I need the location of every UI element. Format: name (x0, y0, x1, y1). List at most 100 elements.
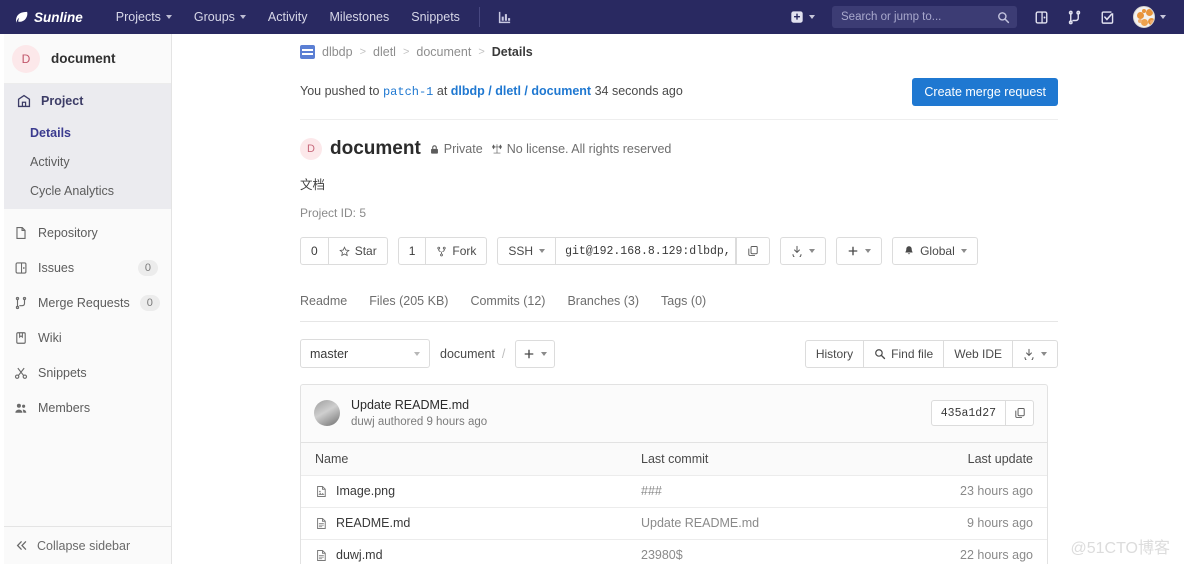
nav-activity[interactable]: Activity (257, 4, 319, 30)
commit-title[interactable]: Update README.md (351, 396, 920, 414)
user-menu-button[interactable] (1125, 1, 1174, 33)
collapse-sidebar-button[interactable]: Collapse sidebar (0, 526, 171, 564)
search-input-wrapper[interactable] (832, 6, 1017, 28)
sidebar-item-snippets[interactable]: Snippets (0, 355, 171, 390)
download-icon (1023, 348, 1035, 360)
sidebar-item-cycle-analytics[interactable]: Cycle Analytics (3, 176, 171, 205)
issues-icon (13, 260, 28, 275)
nav-milestones[interactable]: Milestones (319, 4, 401, 30)
table-row[interactable]: duwj.md 23980$ 22 hours ago (301, 540, 1047, 564)
commit-sha[interactable]: 435a1d27 (930, 400, 1006, 427)
table-row[interactable]: Image.png ### 23 hours ago (301, 476, 1047, 508)
issues-icon[interactable] (1026, 5, 1057, 30)
notification-label: Global (920, 244, 955, 258)
sidebar-item-wiki[interactable]: Wiki (0, 320, 171, 355)
sidebar-item-repository[interactable]: Repository (0, 215, 171, 250)
text-file-icon (315, 517, 328, 530)
web-ide-button[interactable]: Web IDE (943, 339, 1013, 368)
tab-readme[interactable]: Readme (300, 294, 347, 317)
fork-button[interactable]: Fork (425, 237, 488, 265)
sidebar-item-merge-requests[interactable]: Merge Requests 0 (0, 285, 171, 320)
copy-clone-url-button[interactable] (736, 237, 771, 265)
branch-selector[interactable]: master (300, 339, 430, 368)
find-file-button[interactable]: Find file (863, 339, 945, 368)
chevron-down-icon (960, 249, 967, 253)
file-actions-group: History Find file Web IDE (804, 339, 1058, 368)
star-button[interactable]: Star (327, 237, 388, 265)
file-name[interactable]: README.md (336, 516, 410, 530)
tab-branches[interactable]: Branches (3) (567, 294, 639, 317)
nav-projects[interactable]: Projects (105, 4, 183, 30)
commit-info: Update README.md duwj authored 9 hours a… (351, 396, 920, 431)
create-merge-request-button[interactable]: Create merge request (912, 77, 1058, 106)
tab-files[interactable]: Files (205 KB) (369, 294, 448, 317)
fork-count: 1 (397, 237, 427, 265)
breadcrumb-item-group[interactable]: dlbdp (322, 45, 353, 59)
merge-requests-icon[interactable] (1059, 5, 1090, 30)
push-branch-link[interactable]: patch-1 (383, 85, 433, 99)
issues-count-badge: 0 (137, 259, 158, 276)
file-browser-toolbar: master document / History Find file Web … (300, 322, 1058, 368)
breadcrumb-item-subgroup[interactable]: dletl (373, 45, 396, 59)
history-button[interactable]: History (804, 339, 865, 368)
notification-setting-button[interactable]: Global (892, 237, 978, 265)
chevron-down-icon (809, 249, 816, 253)
push-repo-link[interactable]: dlbdp / dletl / document (451, 84, 591, 98)
find-file-label: Find file (891, 346, 934, 361)
push-time: 34 seconds ago (594, 84, 683, 98)
clone-protocol-dropdown[interactable]: SSH (497, 237, 557, 265)
file-name[interactable]: duwj.md (336, 548, 383, 562)
tab-tags[interactable]: Tags (0) (661, 294, 706, 317)
breadcrumb-separator: > (402, 46, 410, 58)
breadcrumb-separator: > (359, 46, 367, 58)
bell-icon (903, 245, 915, 257)
download-archive-button[interactable] (1012, 339, 1058, 368)
commit-sha-group: 435a1d27 (930, 400, 1034, 427)
path-separator: / (501, 346, 506, 361)
add-button[interactable] (836, 237, 883, 265)
nav-snippets[interactable]: Snippets (400, 4, 471, 30)
file-name[interactable]: Image.png (336, 484, 395, 498)
sidebar-item-project[interactable]: Project (3, 84, 171, 118)
content-inner: You pushed to patch-1 at dlbdp / dletl /… (172, 64, 1184, 564)
file-last-commit[interactable]: 23980$ (641, 548, 913, 562)
sidebar-items: Repository Issues 0 Merge Requests 0 Wik… (0, 209, 171, 425)
sidebar-item-members[interactable]: Members (0, 390, 171, 425)
chevron-down-icon (539, 249, 546, 253)
nav-groups[interactable]: Groups (183, 4, 257, 30)
search-icon (874, 348, 886, 360)
file-last-commit[interactable]: ### (641, 484, 913, 498)
file-toolbar-right: History Find file Web IDE (804, 339, 1058, 368)
sidebar-left-edge (0, 34, 4, 564)
search-input[interactable] (839, 10, 997, 24)
repository-tabs: Readme Files (205 KB) Commits (12) Branc… (300, 289, 1058, 322)
file-last-update: 9 hours ago (966, 516, 1033, 531)
breadcrumb-current[interactable]: Details (492, 45, 533, 59)
push-prefix: You pushed to (300, 84, 380, 98)
table-row[interactable]: README.md Update README.md 9 hours ago (301, 508, 1047, 540)
add-to-tree-button[interactable] (515, 339, 556, 368)
copy-icon (1014, 407, 1026, 419)
project-avatar: D (12, 44, 40, 73)
path-root[interactable]: document (440, 347, 495, 361)
file-last-commit[interactable]: Update README.md (641, 516, 913, 530)
chart-icon[interactable] (488, 5, 521, 30)
download-source-button[interactable] (780, 237, 827, 265)
copy-sha-button[interactable] (1006, 400, 1034, 427)
sidebar-project-header[interactable]: D document (0, 34, 171, 84)
sidebar-item-issues[interactable]: Issues 0 (0, 250, 171, 285)
brand-logo[interactable]: Sunline (14, 10, 83, 25)
sidebar-item-activity[interactable]: Activity (3, 147, 171, 176)
sidebar-item-details[interactable]: Details (3, 118, 171, 147)
todos-icon[interactable] (1092, 5, 1123, 30)
members-icon (13, 400, 28, 415)
create-new-button[interactable] (782, 5, 823, 29)
commit-author-avatar (314, 400, 340, 427)
breadcrumb-item-project[interactable]: document (416, 45, 471, 59)
clone-url-field[interactable]: git@192.168.8.129:dlbdp, (556, 237, 737, 265)
snippets-icon (13, 365, 28, 380)
text-file-icon (315, 549, 328, 562)
tab-commits[interactable]: Commits (12) (470, 294, 545, 317)
user-avatar (1133, 6, 1155, 28)
file-name-cell: README.md (301, 516, 641, 530)
